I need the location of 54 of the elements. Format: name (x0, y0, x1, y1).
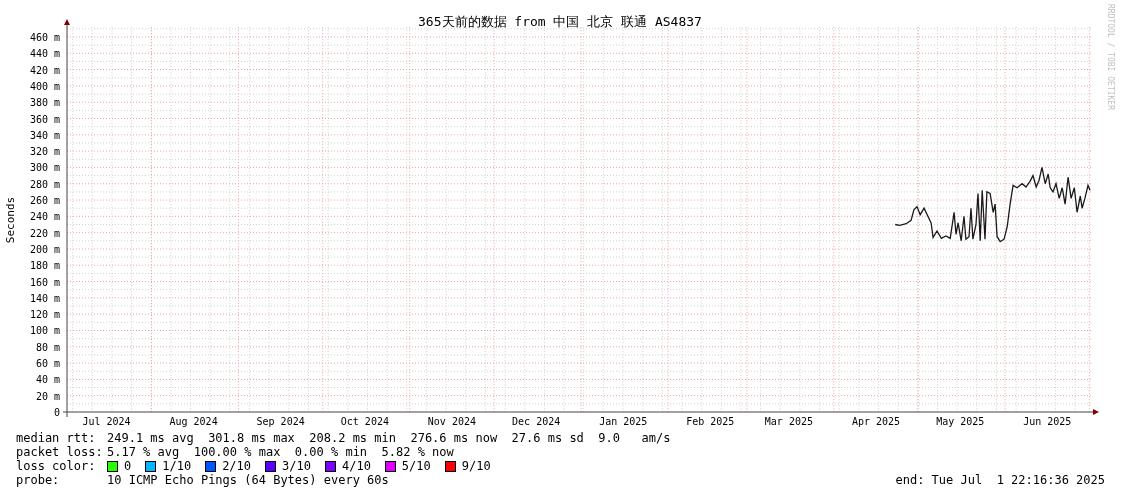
axis-tick-label: 20 m (35, 390, 60, 402)
y-axis-title: Seconds (4, 196, 17, 244)
chart-title: 365天前的数据 from 中国 北京 联通 AS4837 (418, 14, 702, 29)
legend-text: 1/10 (162, 459, 192, 473)
legend-label: packet loss: (16, 445, 104, 459)
axis-tick-label: 460 m (29, 32, 60, 43)
axis-tick-label: 260 m (29, 195, 60, 207)
credit-text: RRDTOOL / TOBI OETIKER (1106, 4, 1115, 110)
axis-tick-label: 380 m (29, 97, 60, 109)
legend-text: 5/10 (401, 459, 431, 473)
axis-tick-label: Mar 2025 (764, 416, 813, 427)
axis-tick-label: 240 m (29, 211, 60, 223)
legend-text: 9/10 (461, 459, 491, 473)
axis-tick-label: 160 m (29, 276, 60, 288)
legend-text: 4/10 (341, 459, 371, 473)
axis-tick-label: 400 m (29, 80, 60, 92)
axis-tick-label: 200 m (29, 243, 60, 255)
axis-tick-label: Sep 2024 (256, 416, 305, 427)
axis-tick-label: 140 m (29, 292, 60, 304)
axis-tick-label: 340 m (29, 129, 60, 141)
legend-text: 2/10 (222, 459, 252, 473)
axis-tick-label: 180 m (29, 260, 60, 272)
legend-text: 3/10 (282, 459, 311, 473)
axis-tick-label: Nov 2024 (427, 416, 476, 427)
axis-tick-label: 220 m (29, 227, 60, 239)
axis-tick-label: 300 m (29, 162, 60, 174)
axis-tick-label: Jun 2025 (1023, 416, 1072, 427)
axis-tick-label: 100 m (29, 325, 60, 337)
axis-tick-label: Apr 2025 (851, 416, 901, 427)
legend-label: loss color: (16, 459, 97, 473)
axis-tick-label: 80 m (35, 341, 60, 353)
legend-label: probe: (16, 473, 61, 487)
axis-tick-label: 360 m (29, 113, 60, 125)
axis-tick-label: May 2025 (936, 416, 985, 427)
legend-text: 5.17 % avg 100.00 % max 0.00 % min 5.82 % now (107, 445, 454, 459)
axis-tick-label: 40 m (35, 374, 60, 386)
axis-tick-label: Oct 2024 (340, 416, 389, 427)
legend-label: median rtt: (16, 431, 97, 445)
axis-tick-label: 60 m (35, 358, 60, 370)
end-time-text: end: Tue Jul 1 22:16:36 2025 (895, 473, 1105, 487)
legend-text: 249.1 ms avg 301.8 ms max 208.2 ms min 276.6 ms now 27.6 ms sd 9.0 am/s (107, 431, 671, 445)
axis-tick-label: 440 m (29, 48, 60, 60)
axis-tick-label: Feb 2025 (686, 416, 735, 427)
axis-tick-label: 280 m (29, 178, 60, 190)
axis-tick-label: 420 m (29, 64, 60, 76)
axis-tick-label: Aug 2024 (169, 416, 218, 427)
legend-text: 10 ICMP Echo Pings (64 Bytes) every 60s (107, 473, 389, 487)
legend-text: 0 (124, 459, 132, 473)
axis-tick-label: Dec 2024 (512, 416, 561, 427)
axis-tick-label: 0 (53, 407, 60, 418)
axis-tick-label: Jul 2024 (82, 416, 131, 427)
axis-tick-label: Jan 2025 (599, 416, 648, 427)
axis-tick-label: 120 m (29, 309, 60, 321)
axis-tick-label: 320 m (29, 146, 60, 158)
